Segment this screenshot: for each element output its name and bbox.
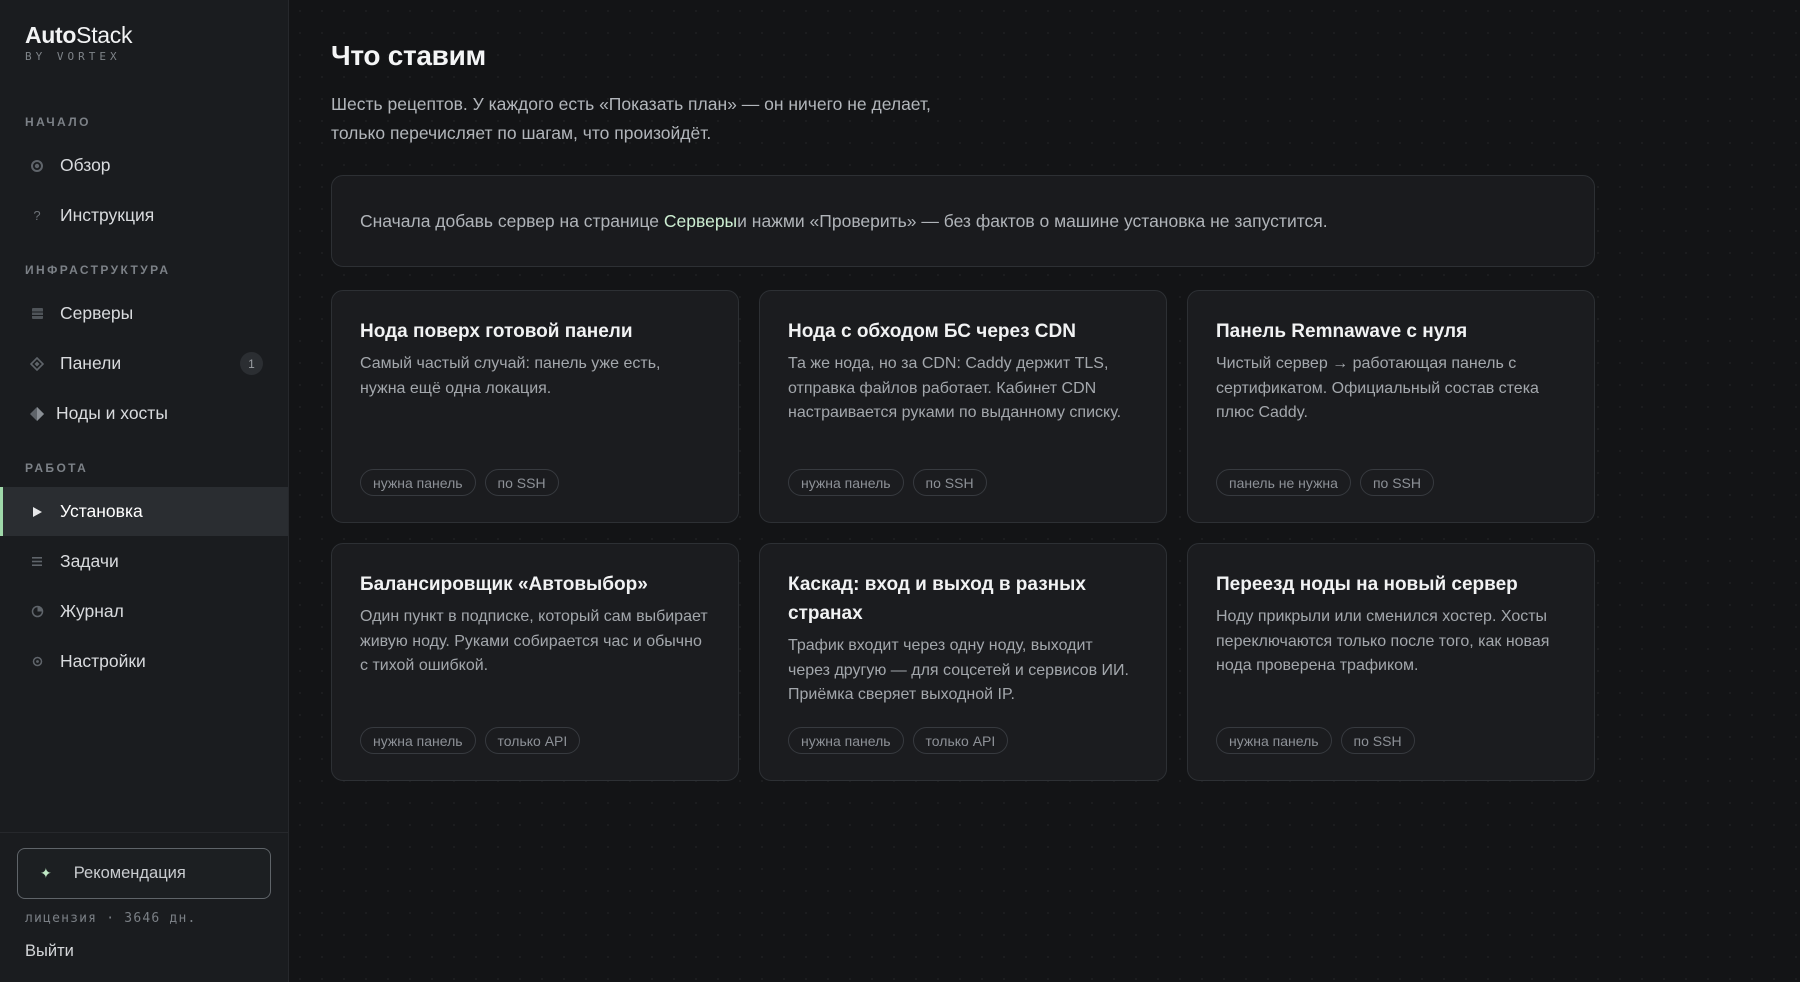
card-title: Нода с обходом БС через CDN <box>788 321 1076 342</box>
circle-icon <box>29 158 45 174</box>
notice-text-before: Сначала добавь сервер на странице <box>360 210 660 231</box>
page-title: Что ставим <box>331 40 486 71</box>
section-label-start: НАЧАЛО <box>25 115 91 129</box>
card-tags: нужна панель по SSH <box>360 469 559 496</box>
list-icon <box>29 554 45 570</box>
gear-icon <box>29 654 45 670</box>
card-description: Самый частый случай: панель уже есть, ну… <box>360 355 661 397</box>
tag-badge: по SSH <box>1359 469 1434 496</box>
card-tags: панель не нужна по SSH <box>1216 469 1434 496</box>
sidebar-item-label: Ноды и хосты <box>56 403 168 423</box>
card-title: Нода поверх готовой панели <box>360 321 633 342</box>
clock-icon <box>29 604 45 620</box>
diamond-split-icon <box>29 406 45 422</box>
tag-badge: по SSH <box>912 469 987 496</box>
panels-count-badge: 1 <box>240 352 263 375</box>
recommendation-label: Рекомендация <box>73 864 186 882</box>
recipe-card-node-migration[interactable]: Переезд ноды на новый сервер Ноду прикры… <box>1187 543 1595 781</box>
recipe-card-remnawave-panel[interactable]: Панель Remnawave с нуля Чистый сервер → … <box>1187 290 1595 523</box>
sidebar-item-label: Журнал <box>60 601 124 621</box>
brand-name-rest: Stack <box>76 22 133 48</box>
recipe-card-balancer[interactable]: Балансировщик «Автовыбор» Один пункт в п… <box>331 543 739 781</box>
card-title: Каскад: вход и выход в разных странах <box>788 574 1086 624</box>
tag-badge: нужна панель <box>788 727 904 754</box>
sidebar: AutoStack BY VORTEX НАЧАЛО Обзор ? Инстр… <box>0 0 289 982</box>
tag-badge: нужна панель <box>360 469 476 496</box>
card-tags: нужна панель только API <box>360 727 581 754</box>
app-root: AutoStack BY VORTEX НАЧАЛО Обзор ? Инстр… <box>0 0 1800 982</box>
recommendation-button[interactable]: ✦ Рекомендация <box>17 848 271 899</box>
card-description: Чистый сервер → работающая панель с серт… <box>1216 355 1539 421</box>
sidebar-item-settings[interactable]: Настройки <box>0 637 288 686</box>
card-tags: нужна панель по SSH <box>1216 727 1415 754</box>
sparkle-icon: ✦ <box>40 865 52 881</box>
tag-badge: по SSH <box>484 469 559 496</box>
brand-name: AutoStack <box>25 22 133 49</box>
page-description: Шесть рецептов. У каждого есть «Показать… <box>331 90 1021 148</box>
card-title: Панель Remnawave с нуля <box>1216 321 1468 342</box>
sidebar-item-label: Панели <box>60 353 122 373</box>
card-title: Балансировщик «Автовыбор» <box>360 574 648 595</box>
play-icon <box>29 504 45 520</box>
sidebar-item-label: Установка <box>60 501 143 521</box>
recipe-card-node-over-panel[interactable]: Нода поверх готовой панели Самый частый … <box>331 290 739 523</box>
tag-badge: нужна панель <box>788 469 904 496</box>
sidebar-item-journal[interactable]: Журнал <box>0 587 288 636</box>
sidebar-item-label: Обзор <box>60 155 111 175</box>
sidebar-item-panels[interactable]: Панели 1 <box>0 339 288 388</box>
card-tags: нужна панель только API <box>788 727 1009 754</box>
sidebar-item-label: Серверы <box>60 303 134 323</box>
notice-text-after: и нажми «Проверить» — без фактов о машин… <box>737 210 1328 231</box>
logout-link[interactable]: Выйти <box>25 942 74 961</box>
card-description: Та же нода, но за CDN: Caddy держит TLS,… <box>788 355 1122 421</box>
question-icon: ? <box>33 208 41 223</box>
card-description: Один пункт в подписке, который сам выбир… <box>360 608 708 674</box>
server-notice: Сначала добавь сервер на странице Сервер… <box>331 175 1595 267</box>
license-status: лицензия · 3646 дн. <box>25 911 197 926</box>
servers-link[interactable]: Серверы <box>664 211 737 232</box>
recipe-card-node-cdn[interactable]: Нода с обходом БС через CDN Та же нода, … <box>759 290 1167 523</box>
sidebar-divider <box>0 832 288 833</box>
tag-badge: нужна панель <box>1216 727 1332 754</box>
sidebar-item-install[interactable]: Установка <box>0 487 288 536</box>
page-description-line: только перечисляет по шагам, что произой… <box>331 123 712 143</box>
sidebar-item-overview[interactable]: Обзор <box>0 141 288 190</box>
diamond-icon <box>29 356 45 372</box>
card-description: Трафик входит через одну ноду, выходит ч… <box>788 637 1129 703</box>
tag-badge: панель не нужна <box>1216 469 1351 496</box>
section-label-infra: ИНФРАСТРУКТУРА <box>25 263 171 277</box>
sidebar-item-label: Задачи <box>60 551 119 571</box>
sidebar-item-label: Настройки <box>60 651 146 671</box>
brand-logo[interactable]: AutoStack BY VORTEX <box>25 22 133 63</box>
server-icon <box>29 306 45 322</box>
sidebar-item-label: Инструкция <box>60 205 155 225</box>
tag-badge: только API <box>912 727 1009 754</box>
page-description-line: Шесть рецептов. У каждого есть «Показать… <box>331 94 931 114</box>
tag-badge: по SSH <box>1340 727 1415 754</box>
brand-subtitle: BY VORTEX <box>25 50 121 63</box>
section-label-work: РАБОТА <box>25 461 89 475</box>
card-description: Ноду прикрыли или сменился хостер. Хосты… <box>1216 608 1550 674</box>
card-title: Переезд ноды на новый сервер <box>1216 574 1518 595</box>
sidebar-item-servers[interactable]: Серверы <box>0 289 288 338</box>
sidebar-item-guide[interactable]: ? Инструкция <box>0 191 288 240</box>
sidebar-item-tasks[interactable]: Задачи <box>0 537 288 586</box>
sidebar-item-nodes-hosts[interactable]: Ноды и хосты <box>0 389 288 438</box>
tag-badge: только API <box>484 727 581 754</box>
card-tags: нужна панель по SSH <box>788 469 987 496</box>
recipe-card-cascade[interactable]: Каскад: вход и выход в разных странах Тр… <box>759 543 1167 781</box>
brand-name-bold: Auto <box>25 22 77 48</box>
tag-badge: нужна панель <box>360 727 476 754</box>
main-content: Что ставим Шесть рецептов. У каждого ест… <box>289 0 1800 982</box>
